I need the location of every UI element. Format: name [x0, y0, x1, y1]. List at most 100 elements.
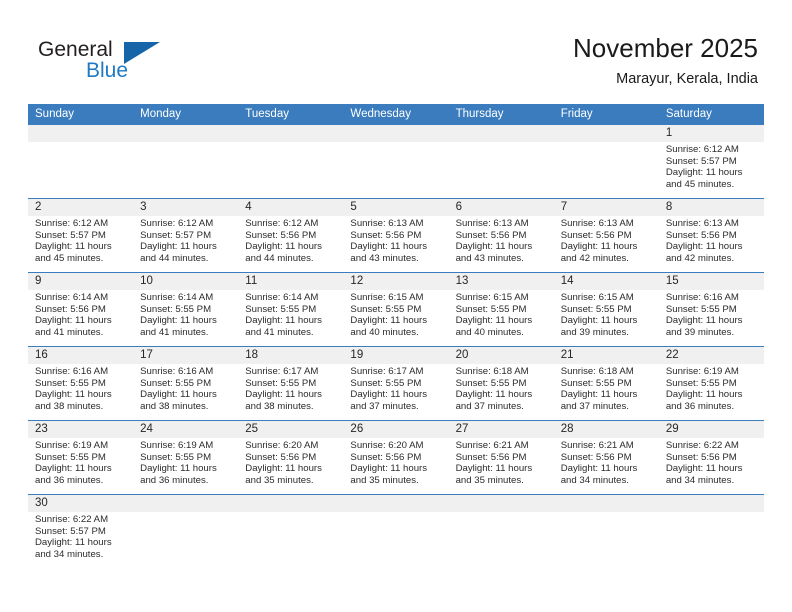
day-info-line: and 43 minutes.	[350, 252, 419, 264]
day-cell-27[interactable]: Sunrise: 6:21 AM Sunset: 5:56 PM Daylight:…	[449, 438, 554, 494]
day-info-line: Sunrise: 6:14 AM	[35, 292, 109, 303]
day-cell-19[interactable]: Sunrise: 6:17 AM Sunset: 5:55 PM Daylight:…	[343, 364, 448, 420]
day-info-line: Sunrise: 6:16 AM	[665, 292, 739, 303]
day-cell-8[interactable]: Sunrise: 6:13 AM Sunset: 5:56 PM Daylight:…	[659, 216, 764, 272]
day-cell-13[interactable]: Sunrise: 6:15 AM Sunset: 5:55 PM Daylight:…	[449, 290, 554, 346]
week-detail-band: Sunrise: 6:12 AM Sunset: 5:57 PM Daylight:…	[28, 216, 764, 272]
day-number-3[interactable]: 3	[133, 199, 238, 216]
day-of-week-header-thursday: Thursday	[455, 108, 504, 120]
day-cell-26[interactable]: Sunrise: 6:20 AM Sunset: 5:56 PM Daylight:…	[343, 438, 448, 494]
day-cell-9[interactable]: Sunrise: 6:14 AM Sunset: 5:56 PM Daylight:…	[28, 290, 133, 346]
day-info-line: Sunrise: 6:20 AM	[350, 440, 424, 451]
day-cell-25[interactable]: Sunrise: 6:20 AM Sunset: 5:56 PM Daylight:…	[238, 438, 343, 494]
day-number-24[interactable]: 24	[133, 421, 238, 438]
day-info-line: Sunrise: 6:22 AM	[665, 440, 739, 451]
day-number-21[interactable]: 21	[554, 347, 659, 364]
title-block: November 2025 Marayur, Kerala, India	[573, 32, 758, 89]
day-info-line: Daylight: 11 hours	[35, 537, 112, 549]
day-info-line: Sunrise: 6:12 AM	[245, 218, 319, 229]
day-number-5[interactable]: 5	[343, 199, 448, 216]
day-info-line: and 37 minutes.	[560, 400, 629, 412]
day-number-2[interactable]: 2	[28, 199, 133, 216]
day-cell-23[interactable]: Sunrise: 6:19 AM Sunset: 5:55 PM Daylight:…	[28, 438, 133, 494]
day-cell-2[interactable]: Sunrise: 6:12 AM Sunset: 5:57 PM Daylight:…	[28, 216, 133, 272]
day-number-1[interactable]: 1	[659, 125, 764, 142]
page-subtitle: Marayur, Kerala, India	[616, 71, 758, 87]
day-info-line: Daylight: 11 hours	[350, 315, 428, 327]
day-info-line: Sunrise: 6:13 AM	[350, 218, 424, 229]
day-cell-28[interactable]: Sunrise: 6:21 AM Sunset: 5:56 PM Daylight:…	[554, 438, 659, 494]
day-number-26[interactable]: 26	[343, 421, 448, 438]
calendar-grid: Sunday Monday Tuesday Wednesday Thursday Frid…	[28, 104, 764, 570]
day-info-line: Daylight: 11 hours	[560, 463, 638, 475]
day-number-28[interactable]: 28	[554, 421, 659, 438]
day-number-empty	[659, 495, 764, 512]
day-number-8[interactable]: 8	[659, 199, 764, 216]
day-cell-7[interactable]: Sunrise: 6:13 AM Sunset: 5:56 PM Daylight:…	[554, 216, 659, 272]
day-info-line: Daylight: 11 hours	[665, 167, 743, 179]
day-info-line: Daylight: 11 hours	[140, 389, 217, 401]
day-info-line: Sunset: 5:55 PM	[140, 303, 212, 315]
day-number-29[interactable]: 29	[659, 421, 764, 438]
day-info-line: and 45 minutes.	[665, 178, 735, 190]
day-number-16[interactable]: 16	[28, 347, 133, 364]
day-number-13[interactable]: 13	[449, 273, 554, 290]
day-cell-16[interactable]: Sunrise: 6:16 AM Sunset: 5:55 PM Daylight:…	[28, 364, 133, 420]
day-number-20[interactable]: 20	[449, 347, 554, 364]
day-number-11[interactable]: 11	[238, 273, 343, 290]
day-cell-14[interactable]: Sunrise: 6:15 AM Sunset: 5:55 PM Daylight:…	[554, 290, 659, 346]
day-cell-20[interactable]: Sunrise: 6:18 AM Sunset: 5:55 PM Daylight:…	[449, 364, 554, 420]
day-info-line: Sunset: 5:55 PM	[35, 451, 106, 463]
day-info-line: Sunset: 5:55 PM	[455, 303, 527, 315]
day-number-22[interactable]: 22	[659, 347, 764, 364]
day-cell-18[interactable]: Sunrise: 6:17 AM Sunset: 5:55 PM Daylight:…	[238, 364, 343, 420]
day-cell-5[interactable]: Sunrise: 6:13 AM Sunset: 5:56 PM Daylight:…	[343, 216, 448, 272]
day-info-line: Sunrise: 6:13 AM	[665, 218, 739, 229]
day-info-line: Sunset: 5:55 PM	[560, 377, 632, 389]
day-info-line: Sunset: 5:56 PM	[665, 451, 737, 463]
day-info-line: and 42 minutes.	[560, 252, 629, 264]
day-info-line: and 38 minutes.	[35, 400, 104, 412]
calendar-week-row: 2 3 4 5 6 7 8 Sunrise: 6:12 AM Sunset: 5:57 PM Da…	[28, 198, 764, 272]
day-info-line: Sunset: 5:55 PM	[665, 303, 737, 315]
day-number-23[interactable]: 23	[28, 421, 133, 438]
day-number-17[interactable]: 17	[133, 347, 238, 364]
day-cell-30[interactable]: Sunrise: 6:22 AM Sunset: 5:57 PM Daylight:…	[28, 512, 133, 570]
day-number-19[interactable]: 19	[343, 347, 448, 364]
day-info-line: Sunset: 5:55 PM	[350, 377, 422, 389]
day-cell-17[interactable]: Sunrise: 6:16 AM Sunset: 5:55 PM Daylight:…	[133, 364, 238, 420]
day-info-line: and 44 minutes.	[140, 252, 209, 264]
day-info-line: and 39 minutes.	[665, 326, 735, 338]
day-number-25[interactable]: 25	[238, 421, 343, 438]
day-cell-24[interactable]: Sunrise: 6:19 AM Sunset: 5:55 PM Daylight:…	[133, 438, 238, 494]
day-number-9[interactable]: 9	[28, 273, 133, 290]
day-cell-22[interactable]: Sunrise: 6:19 AM Sunset: 5:55 PM Daylight:…	[659, 364, 764, 420]
day-of-week-header-row: Sunday Monday Tuesday Wednesday Thursday Frid…	[28, 104, 764, 125]
day-cell-3[interactable]: Sunrise: 6:12 AM Sunset: 5:57 PM Daylight:…	[133, 216, 238, 272]
day-number-27[interactable]: 27	[449, 421, 554, 438]
day-number-15[interactable]: 15	[659, 273, 764, 290]
day-number-30[interactable]: 30	[28, 495, 133, 512]
day-cell-21[interactable]: Sunrise: 6:18 AM Sunset: 5:55 PM Daylight:…	[554, 364, 659, 420]
week-date-band: 23 24 25 26 27 28 29	[28, 421, 764, 438]
day-cell-12[interactable]: Sunrise: 6:15 AM Sunset: 5:55 PM Daylight:…	[343, 290, 448, 346]
day-cell-empty	[133, 142, 238, 198]
calendar-week-row: 1 Sunrise: 6:12 AM Sunset: 5:57 PM Daylight…	[28, 125, 764, 198]
day-cell-15[interactable]: Sunrise: 6:16 AM Sunset: 5:55 PM Daylight:…	[659, 290, 764, 346]
day-number-12[interactable]: 12	[343, 273, 448, 290]
day-info-line: and 42 minutes.	[665, 252, 735, 264]
day-cell-6[interactable]: Sunrise: 6:13 AM Sunset: 5:56 PM Daylight:…	[449, 216, 554, 272]
day-number-14[interactable]: 14	[554, 273, 659, 290]
day-info-line: Daylight: 11 hours	[245, 241, 322, 253]
day-cell-4[interactable]: Sunrise: 6:12 AM Sunset: 5:56 PM Daylight:…	[238, 216, 343, 272]
day-number-4[interactable]: 4	[238, 199, 343, 216]
calendar-week-row: 9 10 11 12 13 14 15 Sunrise: 6:14 AM Sunset: 5:5…	[28, 272, 764, 346]
day-number-18[interactable]: 18	[238, 347, 343, 364]
day-number-7[interactable]: 7	[554, 199, 659, 216]
day-cell-1[interactable]: Sunrise: 6:12 AM Sunset: 5:57 PM Daylight:…	[659, 142, 764, 198]
day-cell-29[interactable]: Sunrise: 6:22 AM Sunset: 5:56 PM Daylight:…	[659, 438, 764, 494]
day-cell-10[interactable]: Sunrise: 6:14 AM Sunset: 5:55 PM Daylight:…	[133, 290, 238, 346]
day-cell-11[interactable]: Sunrise: 6:14 AM Sunset: 5:55 PM Daylight:…	[238, 290, 343, 346]
day-number-6[interactable]: 6	[449, 199, 554, 216]
day-number-10[interactable]: 10	[133, 273, 238, 290]
